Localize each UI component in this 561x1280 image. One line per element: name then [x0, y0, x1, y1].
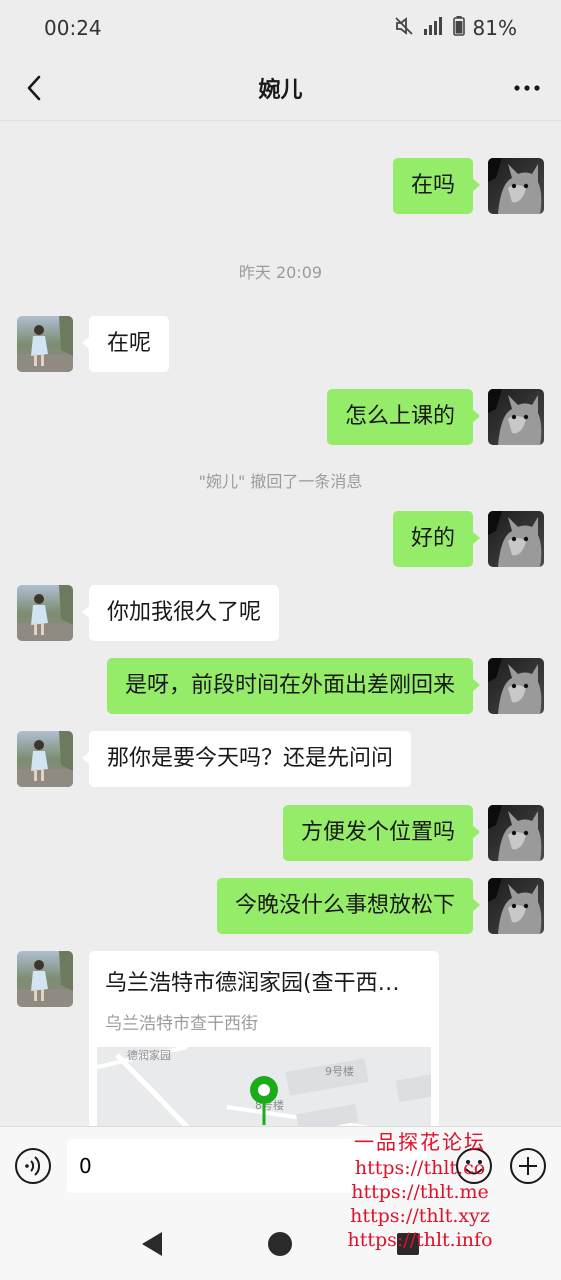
nav-back-icon — [142, 1232, 162, 1256]
watermark-url: https://thlt.xyz — [350, 1205, 490, 1227]
voice-icon — [15, 1148, 51, 1184]
map-pin-icon — [250, 1076, 278, 1125]
message-received: 那你是要今天吗？还是先问问 — [17, 731, 412, 787]
message-sent: 是呀，前段时间在外面出差刚回来 — [106, 658, 544, 714]
location-card[interactable]: 乌兰浩特市德润家园(查干西… 乌兰浩特市查干西街 德润家园 9号楼 8号楼 — [89, 951, 439, 1141]
message-bubble[interactable]: 方便发个位置吗 — [282, 805, 481, 861]
my-avatar[interactable] — [488, 158, 544, 214]
message-received: 你加我很久了呢 — [17, 585, 280, 641]
plus-icon — [510, 1148, 546, 1184]
my-avatar[interactable] — [488, 805, 544, 861]
more-functions-button[interactable] — [509, 1147, 547, 1185]
watermark-url: https://thlt.me — [351, 1181, 489, 1203]
more-button[interactable] — [507, 70, 547, 106]
contact-avatar[interactable] — [17, 731, 73, 787]
location-address: 乌兰浩特市查干西街 — [105, 1014, 258, 1034]
recall-notice: "婉儿" 撤回了一条消息 — [198, 472, 363, 491]
message-received: 乌兰浩特市德润家园(查干西… 乌兰浩特市查干西街 德润家园 9号楼 8号楼 — [17, 951, 439, 1141]
battery-icon — [452, 15, 465, 41]
message-bubble[interactable]: 在呢 — [81, 316, 170, 372]
voice-button[interactable] — [14, 1147, 51, 1184]
message-sent: 怎么上课的 — [326, 389, 544, 445]
message-bubble[interactable]: 好的 — [392, 511, 481, 567]
my-avatar[interactable] — [488, 658, 544, 714]
map-label: 德润家园 — [127, 1049, 171, 1062]
my-avatar[interactable] — [488, 511, 544, 567]
message-sent: 好的 — [392, 511, 544, 567]
message-bubble[interactable]: 你加我很久了呢 — [81, 585, 280, 641]
nav-back-button[interactable] — [134, 1226, 170, 1262]
chat-title: 婉儿 — [258, 78, 303, 103]
chat-header: 婉儿 — [0, 56, 561, 121]
contact-avatar[interactable] — [17, 951, 73, 1007]
status-time: 00:24 — [44, 16, 102, 40]
signal-icon — [423, 16, 445, 40]
timestamp: 昨天 20:09 — [238, 263, 323, 282]
back-arrow-icon — [27, 75, 41, 101]
my-avatar[interactable] — [488, 878, 544, 934]
watermark-title: 一品探花论坛 — [354, 1130, 486, 1154]
watermark-url: https://thlt.co — [354, 1157, 486, 1179]
nav-home-button[interactable] — [262, 1226, 298, 1262]
nav-home-icon — [268, 1232, 292, 1256]
status-bar: 00:24 81% — [0, 0, 561, 56]
message-bubble[interactable]: 今晚没什么事想放松下 — [216, 878, 481, 934]
watermark: 一品探花论坛 https://thlt.co https://thlt.me h… — [340, 1128, 500, 1252]
message-sent: 今晚没什么事想放松下 — [216, 878, 544, 934]
message-received: 在呢 — [17, 316, 170, 372]
location-title: 乌兰浩特市德润家园(查干西… — [105, 971, 400, 996]
message-bubble[interactable]: 那你是要今天吗？还是先问问 — [81, 731, 412, 787]
message-bubble[interactable]: 在吗 — [392, 158, 481, 214]
mute-icon — [393, 15, 415, 42]
contact-avatar[interactable] — [17, 585, 73, 641]
watermark-url: https://thlt.info — [347, 1229, 493, 1251]
message-bubble[interactable]: 是呀，前段时间在外面出差刚回来 — [106, 658, 481, 714]
contact-avatar[interactable] — [17, 316, 73, 372]
more-icon — [514, 85, 540, 91]
message-sent: 在吗 — [392, 158, 544, 214]
map-label: 9号楼 — [325, 1065, 354, 1078]
status-indicators: 81% — [393, 15, 517, 42]
battery-level: 81% — [472, 16, 517, 40]
message-bubble[interactable]: 怎么上课的 — [326, 389, 481, 445]
back-button[interactable] — [16, 70, 52, 106]
my-avatar[interactable] — [488, 389, 544, 445]
message-sent: 方便发个位置吗 — [282, 805, 544, 861]
